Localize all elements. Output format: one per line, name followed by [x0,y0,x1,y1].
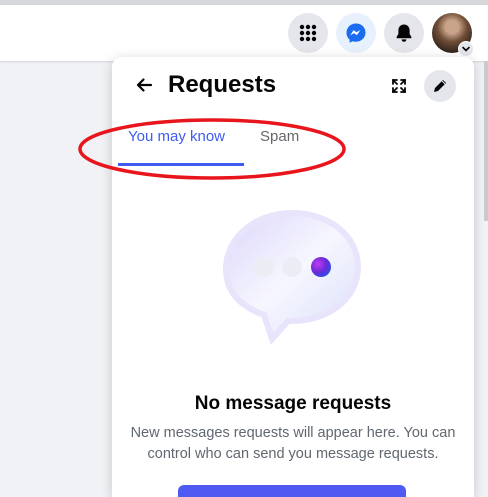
requests-panel: Requests You may know Spam No message re… [78,57,474,497]
messenger-icon [346,23,366,43]
bell-icon [396,24,412,42]
messenger-button[interactable] [336,13,376,53]
edit-button[interactable] [424,70,456,102]
chevron-down-icon [462,46,470,52]
menu-button[interactable] [288,13,328,53]
back-button[interactable] [130,71,158,99]
expand-icon [392,79,406,93]
apps-grid-icon [299,24,317,42]
arrow-left-icon [136,78,153,92]
message-settings-button[interactable] [178,485,406,497]
account-menu-button[interactable] [458,41,474,57]
top-navigation-bar [0,5,488,61]
empty-state-description: New messages requests will appear here. … [130,425,456,462]
empty-state-title: No message requests [194,393,392,414]
chat-bubble-icon [222,209,362,345]
pencil-icon [434,80,446,92]
panel-title: Requests [168,71,277,98]
annotation-ellipse [78,118,346,180]
expand-button[interactable] [386,73,412,99]
notifications-button[interactable] [384,13,424,53]
page-scrollbar[interactable] [484,61,488,221]
